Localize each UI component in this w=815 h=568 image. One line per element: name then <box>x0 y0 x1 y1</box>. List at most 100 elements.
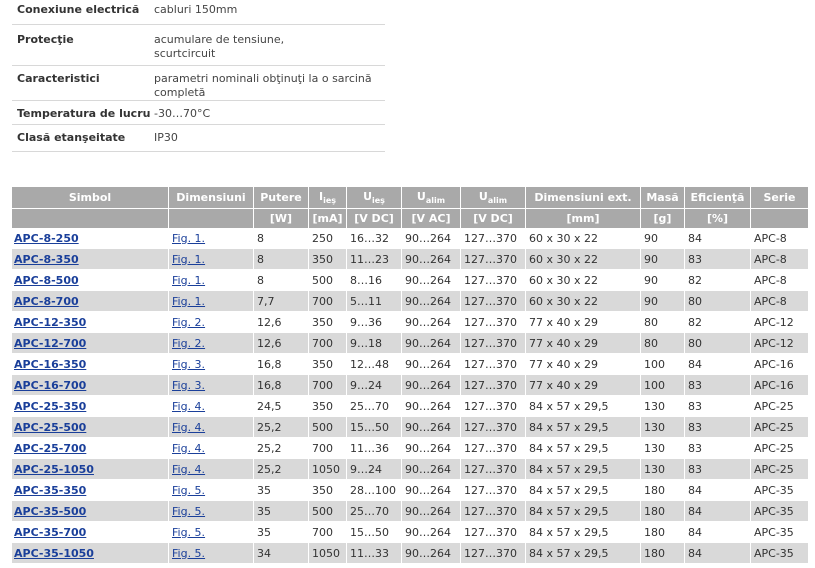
figure-link[interactable]: Fig. 2. <box>172 316 205 329</box>
table-cell: 84 x 57 x 29,5 <box>526 522 641 543</box>
table-cell: 127…370 <box>461 459 526 480</box>
product-symbol-link[interactable]: APC-16-700 <box>14 379 86 392</box>
spec-value-line: IP30 <box>154 131 178 144</box>
table-cell: 500 <box>309 417 347 438</box>
table-cell: 83 <box>685 396 751 417</box>
spec-value: -30…70°C <box>154 100 385 125</box>
product-symbol-link[interactable]: APC-25-500 <box>14 421 86 434</box>
product-symbol-link[interactable]: APC-12-350 <box>14 316 86 329</box>
spec-table: Conexiune electrică cabluri 150mm Protecţi… <box>12 0 385 152</box>
table-cell: 25…70 <box>347 396 402 417</box>
table-cell: 80 <box>685 291 751 312</box>
product-symbol-link[interactable]: APC-35-1050 <box>14 547 94 560</box>
figure-cell: Fig. 4. <box>169 459 254 480</box>
figure-link[interactable]: Fig. 4. <box>172 421 205 434</box>
table-cell: 25,2 <box>254 417 309 438</box>
product-table: Simbol Dimensiuni Putere Iieş Uieş Ualim Ualim… <box>12 187 809 564</box>
table-row: APC-25-500 Fig. 4. 25,2 500 15…50 90…264 127…3… <box>12 417 809 438</box>
table-cell: 12,6 <box>254 333 309 354</box>
table-units-row: [W] [mA] [V DC] [V AC] [V DC] [mm] [g] [%] <box>12 208 809 228</box>
table-cell: APC-8 <box>751 270 809 291</box>
table-cell: 90 <box>641 228 685 249</box>
column-header-label: Dimensiuni <box>176 191 246 204</box>
table-cell: 127…370 <box>461 270 526 291</box>
figure-link[interactable]: Fig. 2. <box>172 337 205 350</box>
table-cell: 8…16 <box>347 270 402 291</box>
spec-value-line: -30…70°C <box>154 107 211 120</box>
figure-link[interactable]: Fig. 1. <box>172 274 205 287</box>
column-unit: [g] <box>641 208 685 228</box>
table-cell: 84 x 57 x 29,5 <box>526 417 641 438</box>
table-cell: 700 <box>309 522 347 543</box>
table-cell: 250 <box>309 228 347 249</box>
table-cell: 90…264 <box>402 312 461 333</box>
figure-link[interactable]: Fig. 5. <box>172 505 205 518</box>
product-symbol-link[interactable]: APC-25-700 <box>14 442 86 455</box>
table-row: APC-16-700 Fig. 3. 16,8 700 9…24 90…264 127…37… <box>12 375 809 396</box>
figure-cell: Fig. 5. <box>169 522 254 543</box>
figure-link[interactable]: Fig. 4. <box>172 400 205 413</box>
spec-value: cabluri 150mm <box>154 0 385 25</box>
symbol-cell: APC-8-350 <box>12 249 169 270</box>
figure-cell: Fig. 4. <box>169 396 254 417</box>
table-cell: 9…36 <box>347 312 402 333</box>
table-cell: 83 <box>685 417 751 438</box>
table-cell: 84 x 57 x 29,5 <box>526 438 641 459</box>
table-cell: 25…70 <box>347 501 402 522</box>
table-cell: APC-8 <box>751 249 809 270</box>
product-symbol-link[interactable]: APC-8-350 <box>14 253 79 266</box>
table-cell: 700 <box>309 291 347 312</box>
figure-link[interactable]: Fig. 1. <box>172 253 205 266</box>
table-cell: 80 <box>641 333 685 354</box>
product-symbol-link[interactable]: APC-8-500 <box>14 274 79 287</box>
figure-link[interactable]: Fig. 4. <box>172 442 205 455</box>
table-cell: 100 <box>641 375 685 396</box>
figure-cell: Fig. 1. <box>169 270 254 291</box>
table-cell: 84 x 57 x 29,5 <box>526 501 641 522</box>
table-row: APC-25-1050 Fig. 4. 25,2 1050 9…24 90…264 127…… <box>12 459 809 480</box>
table-cell: 90…264 <box>402 522 461 543</box>
figure-link[interactable]: Fig. 1. <box>172 295 205 308</box>
table-cell: 84 <box>685 228 751 249</box>
figure-link[interactable]: Fig. 3. <box>172 358 205 371</box>
column-header-label: Masă <box>646 191 679 204</box>
figure-link[interactable]: Fig. 5. <box>172 484 205 497</box>
product-symbol-link[interactable]: APC-8-250 <box>14 232 79 245</box>
table-cell: 8 <box>254 249 309 270</box>
figure-link[interactable]: Fig. 3. <box>172 379 205 392</box>
table-cell: 90…264 <box>402 543 461 564</box>
table-cell: 700 <box>309 375 347 396</box>
table-cell: 11…23 <box>347 249 402 270</box>
column-header: Ualim <box>402 187 461 208</box>
table-cell: 90…264 <box>402 333 461 354</box>
table-cell: 15…50 <box>347 522 402 543</box>
table-cell: 127…370 <box>461 375 526 396</box>
product-symbol-link[interactable]: APC-35-700 <box>14 526 86 539</box>
column-unit <box>751 208 809 228</box>
spec-row: Clasă etanşeitate IP30 <box>12 124 385 152</box>
table-row: APC-25-350 Fig. 4. 24,5 350 25…70 90…264 127…3… <box>12 396 809 417</box>
product-symbol-link[interactable]: APC-25-350 <box>14 400 86 413</box>
table-cell: 350 <box>309 312 347 333</box>
table-cell: 83 <box>685 438 751 459</box>
table-cell: 130 <box>641 396 685 417</box>
product-symbol-link[interactable]: APC-8-700 <box>14 295 79 308</box>
product-symbol-link[interactable]: APC-35-350 <box>14 484 86 497</box>
spec-row: Conexiune electrică cabluri 150mm <box>12 0 385 25</box>
column-unit: [%] <box>685 208 751 228</box>
column-header: Eficienţă <box>685 187 751 208</box>
symbol-cell: APC-35-350 <box>12 480 169 501</box>
product-symbol-link[interactable]: APC-16-350 <box>14 358 86 371</box>
product-symbol-link[interactable]: APC-35-500 <box>14 505 86 518</box>
figure-link[interactable]: Fig. 4. <box>172 463 205 476</box>
product-symbol-link[interactable]: APC-12-700 <box>14 337 86 350</box>
product-symbol-link[interactable]: APC-25-1050 <box>14 463 94 476</box>
figure-link[interactable]: Fig. 5. <box>172 547 205 560</box>
column-unit <box>12 208 169 228</box>
figure-link[interactable]: Fig. 1. <box>172 232 205 245</box>
table-cell: 127…370 <box>461 438 526 459</box>
figure-link[interactable]: Fig. 5. <box>172 526 205 539</box>
column-header-label: Putere <box>260 191 302 204</box>
spec-value: acumulare de tensiune, scurtcircuit <box>154 24 385 66</box>
table-cell: 9…24 <box>347 459 402 480</box>
